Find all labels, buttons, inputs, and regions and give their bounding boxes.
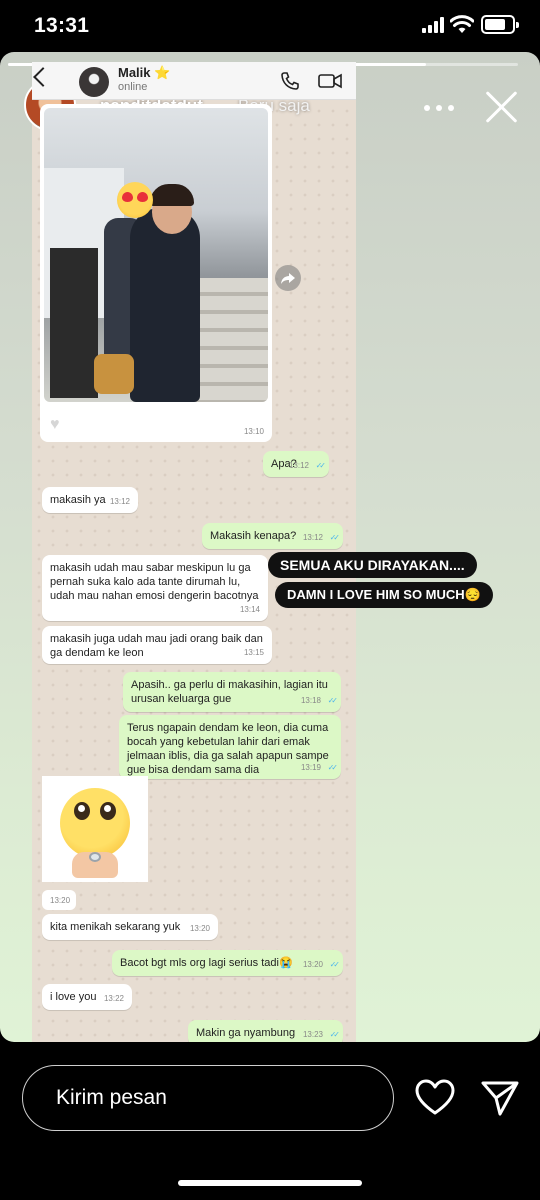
pleading-face-sticker[interactable] (42, 776, 148, 882)
battery-icon (481, 15, 519, 34)
message-bubble: Bacot bgt mls org lagi serius tadi😭 13:20… (112, 950, 343, 976)
read-ticks-icon: ✓✓ (329, 960, 341, 969)
contact-name: Malik ⭐ (118, 65, 171, 80)
sticker-time: 13:20 (42, 890, 76, 910)
message-bubble: i love you 13:22 (42, 984, 132, 1010)
ring-icon (89, 852, 101, 862)
contact-avatar (79, 67, 109, 97)
reply-input[interactable]: Kirim pesan (22, 1065, 394, 1131)
story-caption: SEMUA AKU DIRAYAKAN.... (268, 552, 477, 578)
heart-reaction-icon: ♥ (50, 416, 60, 433)
contact-status: online (118, 81, 148, 93)
back-icon (33, 67, 53, 87)
read-ticks-icon: ✓✓ (329, 533, 341, 542)
message-bubble: Apasih.. ga perlu di makasihin, lagian i… (123, 672, 341, 712)
story-caption: DAMN I LOVE HIM SO MUCH😔 (275, 582, 493, 608)
video-icon (318, 73, 342, 89)
heart-eyes-emoji-icon (117, 182, 153, 218)
read-ticks-icon: ✓✓ (327, 696, 339, 705)
status-time: 13:31 (34, 14, 90, 37)
read-ticks-icon: ✓✓ (329, 1030, 341, 1039)
send-icon[interactable] (480, 1078, 520, 1118)
forward-icon[interactable] (275, 265, 301, 291)
message-bubble: kita menikah sekarang yuk 13:20 (42, 914, 218, 940)
photo-message[interactable]: ♥ 13:10 (40, 104, 272, 442)
message-bubble: makasih udah mau sabar meskipun lu ga pe… (42, 555, 268, 621)
message-bubble: makasih ya 13:12 (42, 487, 138, 513)
message-bubble: Makasih kenapa? 13:12 ✓✓ (202, 523, 343, 549)
shared-photo[interactable] (44, 108, 268, 402)
phone-icon (281, 72, 299, 90)
more-icon[interactable] (424, 105, 454, 111)
wifi-icon (449, 14, 475, 34)
story-viewer[interactable]: Malik ⭐ online ♥ 13:10 Apa? 13:12 ✓✓ mak… (0, 52, 540, 1042)
message-bubble: Apa? 13:12 ✓✓ (263, 451, 329, 477)
message-bubble: Terus ngapain dendam ke leon, dia cuma b… (119, 715, 341, 779)
home-indicator[interactable] (178, 1180, 362, 1186)
read-ticks-icon: ✓✓ (315, 461, 327, 470)
message-time: 13:10 (243, 427, 264, 436)
heart-icon[interactable] (414, 1077, 456, 1119)
message-bubble: Makin ga nyambung 13:23 ✓✓ (188, 1020, 343, 1042)
status-bar: 13:31 (0, 0, 540, 52)
chat-header: Malik ⭐ online (32, 62, 356, 100)
read-ticks-icon: ✓✓ (327, 763, 339, 772)
close-icon[interactable] (484, 90, 518, 124)
signal-icon (422, 17, 446, 33)
message-bubble: makasih juga udah mau jadi orang baik da… (42, 626, 272, 664)
